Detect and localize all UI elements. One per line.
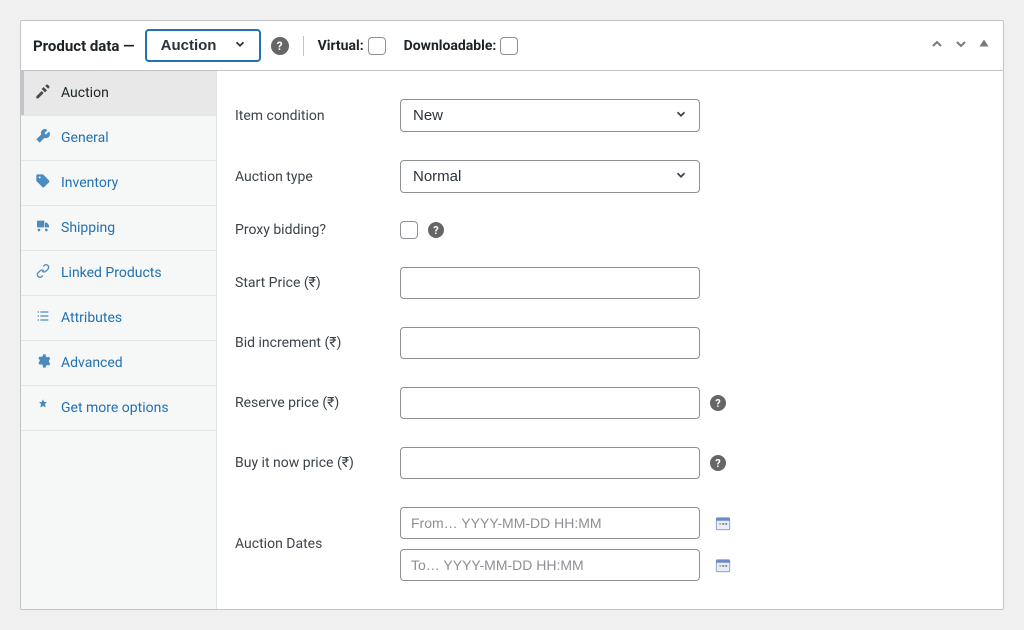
buy-now-price-input[interactable] <box>400 447 700 479</box>
tab-inventory[interactable]: Inventory <box>21 161 216 206</box>
help-icon[interactable]: ? <box>710 395 726 411</box>
auction-date-to-input[interactable] <box>400 549 700 581</box>
panel-header: Product data — Auction ? Virtual: Downlo… <box>21 21 1003 71</box>
tab-label: Get more options <box>61 400 169 416</box>
field-buy-now-price: Buy it now price (₹) ? <box>235 433 985 493</box>
auction-date-from-input[interactable] <box>400 507 700 539</box>
tab-attributes[interactable]: Attributes <box>21 296 216 341</box>
field-reserve-price: Reserve price (₹) ? <box>235 373 985 433</box>
tabs-sidebar: Auction General Inventory Shipping <box>21 71 217 609</box>
panel-title: Product data — <box>33 37 135 55</box>
product-type-select[interactable]: Auction <box>145 29 261 62</box>
tab-label: Shipping <box>61 220 115 236</box>
panel-header-controls <box>929 36 991 56</box>
field-proxy-bidding: Proxy bidding? ? <box>235 207 985 253</box>
tab-label: General <box>61 130 109 146</box>
downloadable-label: Downloadable: <box>404 38 497 54</box>
tab-linked-products[interactable]: Linked Products <box>21 251 216 296</box>
hammer-icon <box>35 83 51 103</box>
field-start-price: Start Price (₹) <box>235 253 985 313</box>
auction-type-select[interactable]: Normal <box>400 160 700 193</box>
help-icon[interactable]: ? <box>271 37 289 55</box>
product-type-select-wrap: Auction <box>145 29 261 62</box>
wrench-icon <box>35 128 51 148</box>
field-label: Buy it now price (₹) <box>235 455 400 471</box>
tab-label: Advanced <box>61 355 123 371</box>
plus-icon <box>35 398 51 418</box>
tab-auction[interactable]: Auction <box>21 71 216 116</box>
divider <box>303 36 304 56</box>
field-item-condition: Item condition New <box>235 85 985 146</box>
field-label: Reserve price (₹) <box>235 395 400 411</box>
field-label: Item condition <box>235 108 400 124</box>
virtual-label: Virtual: <box>318 38 364 54</box>
tab-advanced[interactable]: Advanced <box>21 341 216 386</box>
field-auction-dates: Auction Dates <box>235 493 985 595</box>
tab-shipping[interactable]: Shipping <box>21 206 216 251</box>
tab-label: Inventory <box>61 175 118 191</box>
virtual-checkbox[interactable] <box>368 37 386 55</box>
tab-label: Auction <box>61 85 109 101</box>
truck-icon <box>35 218 51 238</box>
proxy-bidding-checkbox[interactable] <box>400 221 418 239</box>
tab-general[interactable]: General <box>21 116 216 161</box>
field-label: Proxy bidding? <box>235 222 400 238</box>
item-condition-select[interactable]: New <box>400 99 700 132</box>
field-label: Auction type <box>235 169 400 185</box>
move-down-icon[interactable] <box>953 36 969 56</box>
tag-icon <box>35 173 51 193</box>
tab-get-more-options[interactable]: Get more options <box>21 386 216 431</box>
virtual-toggle[interactable]: Virtual: <box>318 37 386 55</box>
gear-icon <box>35 353 51 373</box>
bid-increment-input[interactable] <box>400 327 700 359</box>
link-icon <box>35 263 51 283</box>
help-icon[interactable]: ? <box>428 222 444 238</box>
tab-label: Attributes <box>61 310 122 326</box>
downloadable-checkbox[interactable] <box>500 37 518 55</box>
panel-body: Auction General Inventory Shipping <box>21 71 1003 609</box>
field-label: Start Price (₹) <box>235 275 400 291</box>
calendar-icon[interactable] <box>714 514 732 532</box>
move-up-icon[interactable] <box>929 36 945 56</box>
tab-content-auction: Item condition New Auction type <box>217 71 1003 609</box>
help-icon[interactable]: ? <box>710 455 726 471</box>
list-icon <box>35 308 51 328</box>
collapse-icon[interactable] <box>977 36 991 56</box>
field-label: Bid increment (₹) <box>235 335 400 351</box>
start-price-input[interactable] <box>400 267 700 299</box>
field-auction-type: Auction type Normal <box>235 146 985 207</box>
tab-label: Linked Products <box>61 265 162 281</box>
field-label: Auction Dates <box>235 536 400 552</box>
field-bid-increment: Bid increment (₹) <box>235 313 985 373</box>
calendar-icon[interactable] <box>714 556 732 574</box>
product-data-panel: Product data — Auction ? Virtual: Downlo… <box>20 20 1004 610</box>
downloadable-toggle[interactable]: Downloadable: <box>404 37 519 55</box>
reserve-price-input[interactable] <box>400 387 700 419</box>
